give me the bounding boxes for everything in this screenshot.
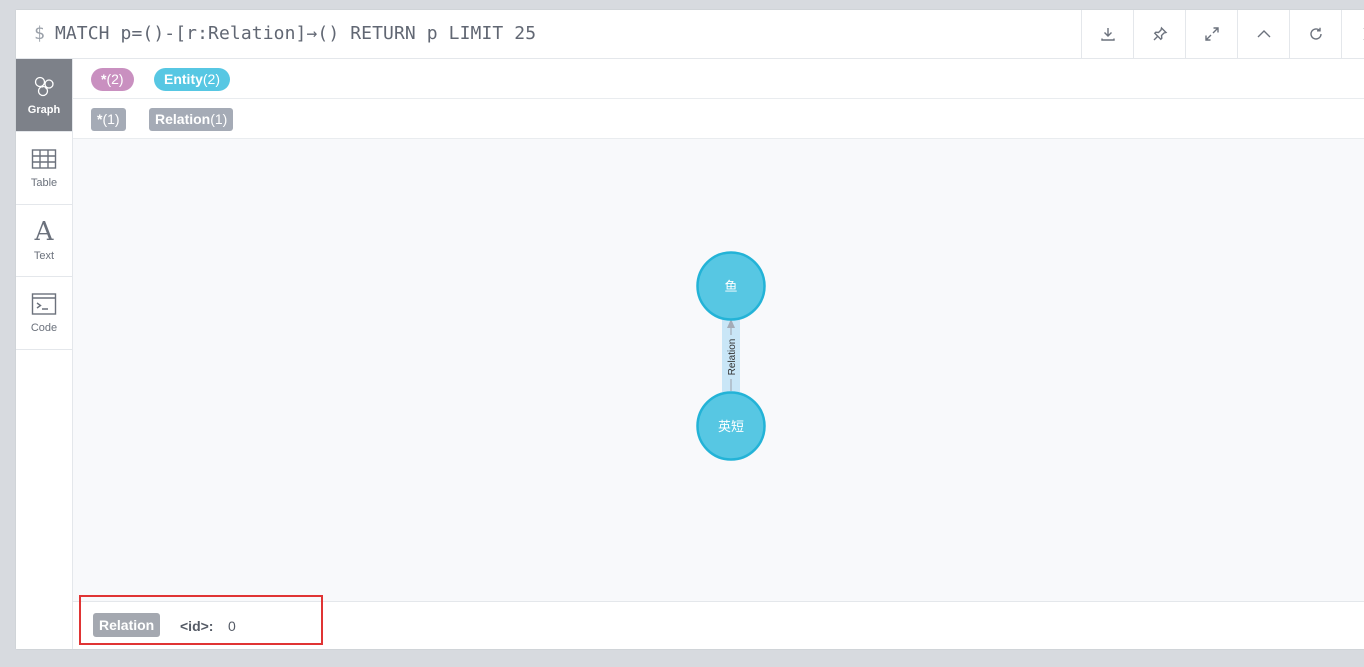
collapse-up-icon <box>1257 30 1270 38</box>
tab-code[interactable]: Code <box>16 277 72 350</box>
graph-node[interactable]: 英短 <box>696 391 766 461</box>
node-caption: 鱼 <box>724 279 737 295</box>
legend-node-all[interactable]: *(2) <box>91 68 134 91</box>
rerun-icon <box>1309 27 1322 40</box>
tab-code-label: Code <box>30 322 58 334</box>
download-icon <box>1100 28 1115 41</box>
pin-icon <box>1153 26 1167 41</box>
node-label-legend: *(2) Entity(2) <box>73 59 1364 99</box>
download-button[interactable] <box>1081 10 1133 58</box>
text-icon: A <box>34 216 54 247</box>
graph-node[interactable]: 鱼 <box>696 251 766 321</box>
tab-text[interactable]: A Text <box>16 205 72 277</box>
relationship-caption[interactable]: Relation <box>727 339 738 376</box>
legend-node-entity[interactable]: Entity(2) <box>154 68 231 91</box>
close-button[interactable] <box>1341 10 1364 58</box>
legend-node-entity-name: Entity <box>164 71 203 87</box>
prompt-symbol: $ <box>34 23 45 44</box>
legend-node-entity-count: (2) <box>202 71 221 87</box>
tab-text-label: Text <box>33 249 55 262</box>
legend-node-all-count: (2) <box>106 71 124 87</box>
graph-icon <box>34 76 54 97</box>
legend-rel-relation-name: Relation <box>155 111 211 127</box>
query-bar: $ MATCH p=()-[r:Relation]→() RETURN p LIM… <box>16 10 1364 59</box>
frame-toolbar <box>1081 10 1364 58</box>
tab-graph-label: Graph <box>27 104 61 116</box>
code-icon <box>31 293 57 315</box>
graph-canvas[interactable]: Relation 鱼 英短 <box>73 139 1364 602</box>
tab-table[interactable]: Table <box>16 132 72 205</box>
expand-icon <box>1204 27 1219 41</box>
query-string[interactable]: MATCH p=()-[r:Relation]→() RETURN p LIMI… <box>55 23 536 44</box>
fullscreen-button[interactable] <box>1185 10 1237 58</box>
property-key: <id>: <box>180 618 214 634</box>
rerun-button[interactable] <box>1289 10 1341 58</box>
inspector-type-badge[interactable]: Relation <box>93 613 161 637</box>
view-sidebar: Graph Table A Text Code <box>16 59 73 649</box>
close-icon <box>1363 27 1364 41</box>
pin-button[interactable] <box>1133 10 1185 58</box>
legend-rel-relation[interactable]: Relation(1) <box>149 108 234 131</box>
relationship-type-legend: *(1) Relation(1) <box>73 99 1364 139</box>
property-value: 0 <box>228 618 236 634</box>
collapse-button[interactable] <box>1237 10 1289 58</box>
node-caption: 英短 <box>718 420 744 435</box>
tab-graph[interactable]: Graph <box>16 59 72 132</box>
legend-rel-all-count: (1) <box>102 111 120 127</box>
result-frame: $ MATCH p=()-[r:Relation]→() RETURN p LIM… <box>16 10 1364 649</box>
tab-table-label: Table <box>30 177 58 189</box>
graph-svg: Relation 鱼 英短 <box>696 251 766 461</box>
inspector-bar: Relation <id>: 0 <box>73 595 1364 649</box>
query-text[interactable]: $ MATCH p=()-[r:Relation]→() RETURN p LIM… <box>34 23 536 44</box>
legend-rel-all[interactable]: *(1) <box>91 108 126 131</box>
legend-rel-relation-count: (1) <box>210 111 228 127</box>
table-icon <box>31 149 57 169</box>
